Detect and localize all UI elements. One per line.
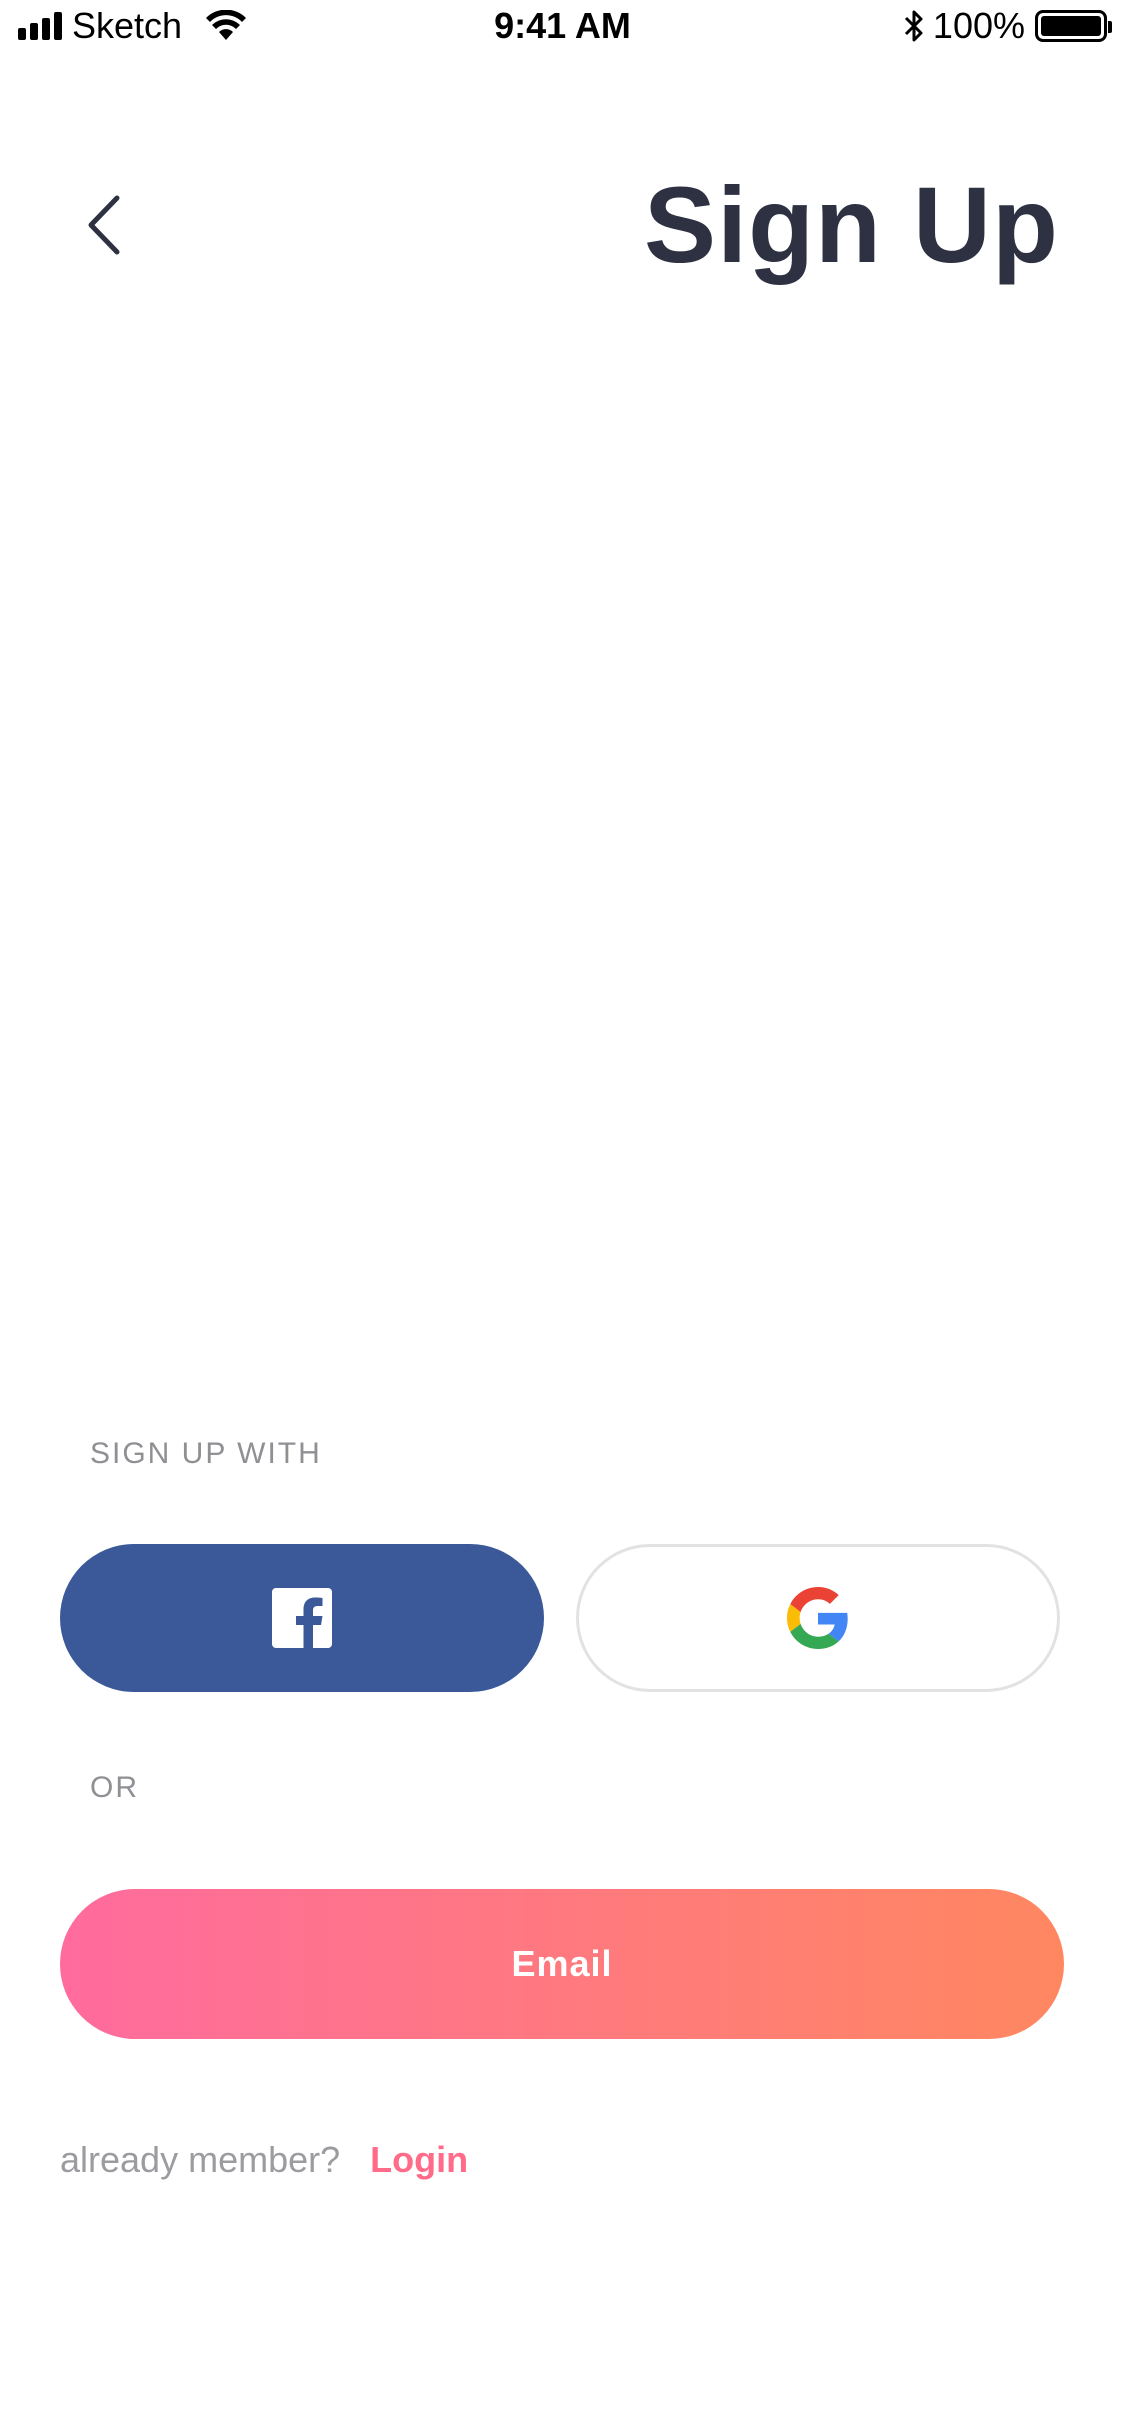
facebook-button[interactable] [60,1544,544,1692]
battery-fill [1041,16,1101,36]
bluetooth-icon [904,10,923,42]
status-right: 100% [903,5,1112,46]
facebook-icon [272,1588,332,1648]
login-prompt: already member? Login [60,2138,468,2182]
chevron-left-icon [88,195,120,255]
battery-percentage: 100% [932,5,1025,46]
page-title: Sign Up [644,164,1059,285]
status-bar: Sketch 9:41 AM 100% [0,0,1125,54]
back-button[interactable] [70,180,140,270]
signup-with-label: SIGN UP WITH [90,1437,322,1470]
signup-screen: Sketch 9:41 AM 100% Sign Up SIGN UP WITH… [0,0,1125,2436]
already-member-text: already member? [60,2139,341,2180]
google-button[interactable] [576,1544,1060,1692]
google-icon [787,1587,848,1649]
login-link[interactable]: Login [370,2138,468,2182]
battery-icon [1035,10,1112,42]
email-button-label: Email [511,1943,613,1984]
email-button[interactable]: Email [60,1889,1064,2039]
or-label: OR [90,1771,139,1804]
battery-cap [1108,21,1112,33]
